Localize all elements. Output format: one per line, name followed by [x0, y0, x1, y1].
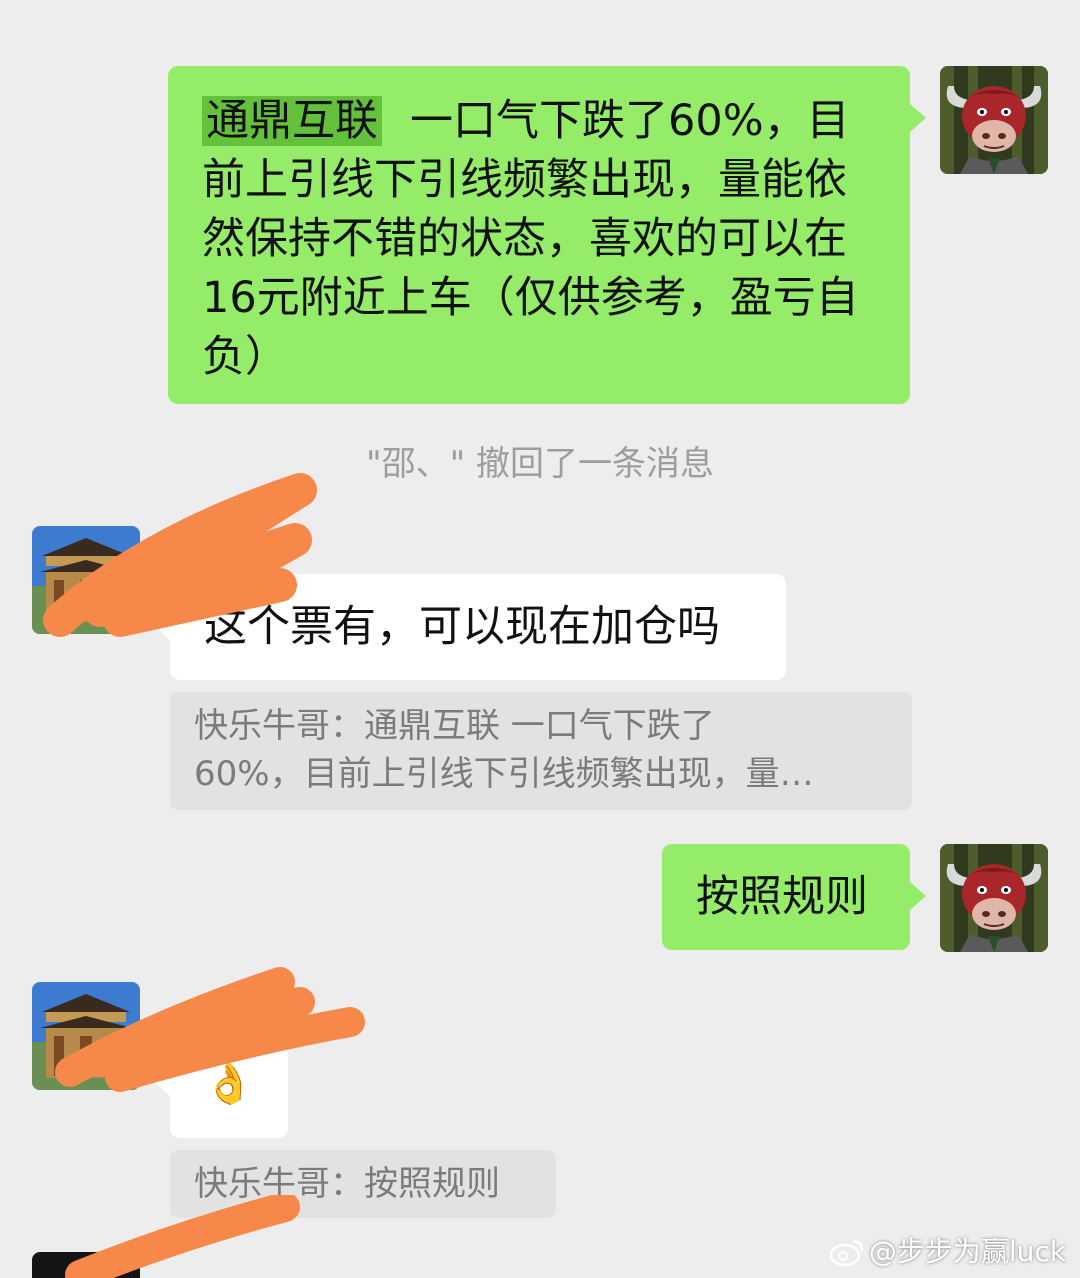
- message-text: 这个票有，可以现在加仓吗: [204, 602, 720, 652]
- bull-icon: [940, 844, 1048, 952]
- avatar-building[interactable]: [32, 526, 140, 634]
- watermark-text: @步步为赢luck: [868, 1235, 1066, 1268]
- weibo-icon: [829, 1239, 864, 1267]
- avatar-bull[interactable]: [940, 844, 1048, 952]
- bubble-tail: [154, 612, 170, 640]
- avatar-building[interactable]: [32, 982, 140, 1090]
- watermark: @步步为赢luck: [829, 1234, 1066, 1270]
- message-line: 通鼎互联 一口气下跌了60%，目: [202, 92, 880, 151]
- message-text: 一口气下跌了60%，目: [410, 96, 850, 146]
- message-line: 然保持不错的状态，喜欢的可以在: [202, 214, 847, 264]
- quoted-message[interactable]: 快乐牛哥：通鼎互联 一口气下跌了 60%，目前上引线下引线频繁出现，量…: [170, 692, 912, 810]
- ok-hand-icon: 👌: [204, 1061, 254, 1107]
- message-bubble-emoji[interactable]: 👌: [170, 1030, 288, 1138]
- message-line: 前上引线下引线频繁出现，量能依: [202, 155, 847, 205]
- bull-icon: [940, 66, 1048, 174]
- bubble-tail: [910, 882, 926, 910]
- message-line: 16元附近上车（仅供参考，盈亏自: [202, 273, 859, 323]
- quote-line: 快乐牛哥：按照规则: [194, 1164, 500, 1204]
- quote-line: 快乐牛哥：通鼎互联 一口气下跌了: [194, 706, 715, 746]
- quoted-message[interactable]: 快乐牛哥：按照规则: [170, 1150, 556, 1218]
- recall-notice: "邵、" 撤回了一条消息: [365, 444, 715, 484]
- message-line: 负）: [202, 332, 288, 382]
- bubble-tail: [910, 104, 926, 132]
- message-text: 按照规则: [696, 872, 868, 922]
- quote-line: 60%，目前上引线下引线频繁出现，量…: [194, 754, 814, 794]
- message-bubble-reply[interactable]: 按照规则: [662, 844, 910, 950]
- stock-name-highlight: 通鼎互联: [202, 96, 382, 146]
- building-icon: [32, 526, 140, 634]
- message-bubble-analysis[interactable]: 通鼎互联 一口气下跌了60%，目 前上引线下引线频繁出现，量能依 然保持不错的状态…: [168, 66, 910, 404]
- avatar-partial[interactable]: [32, 1252, 140, 1278]
- building-icon: [32, 982, 140, 1090]
- message-bubble-question[interactable]: 这个票有，可以现在加仓吗: [170, 574, 786, 680]
- avatar-bull[interactable]: [940, 66, 1048, 174]
- bubble-tail: [154, 1068, 170, 1096]
